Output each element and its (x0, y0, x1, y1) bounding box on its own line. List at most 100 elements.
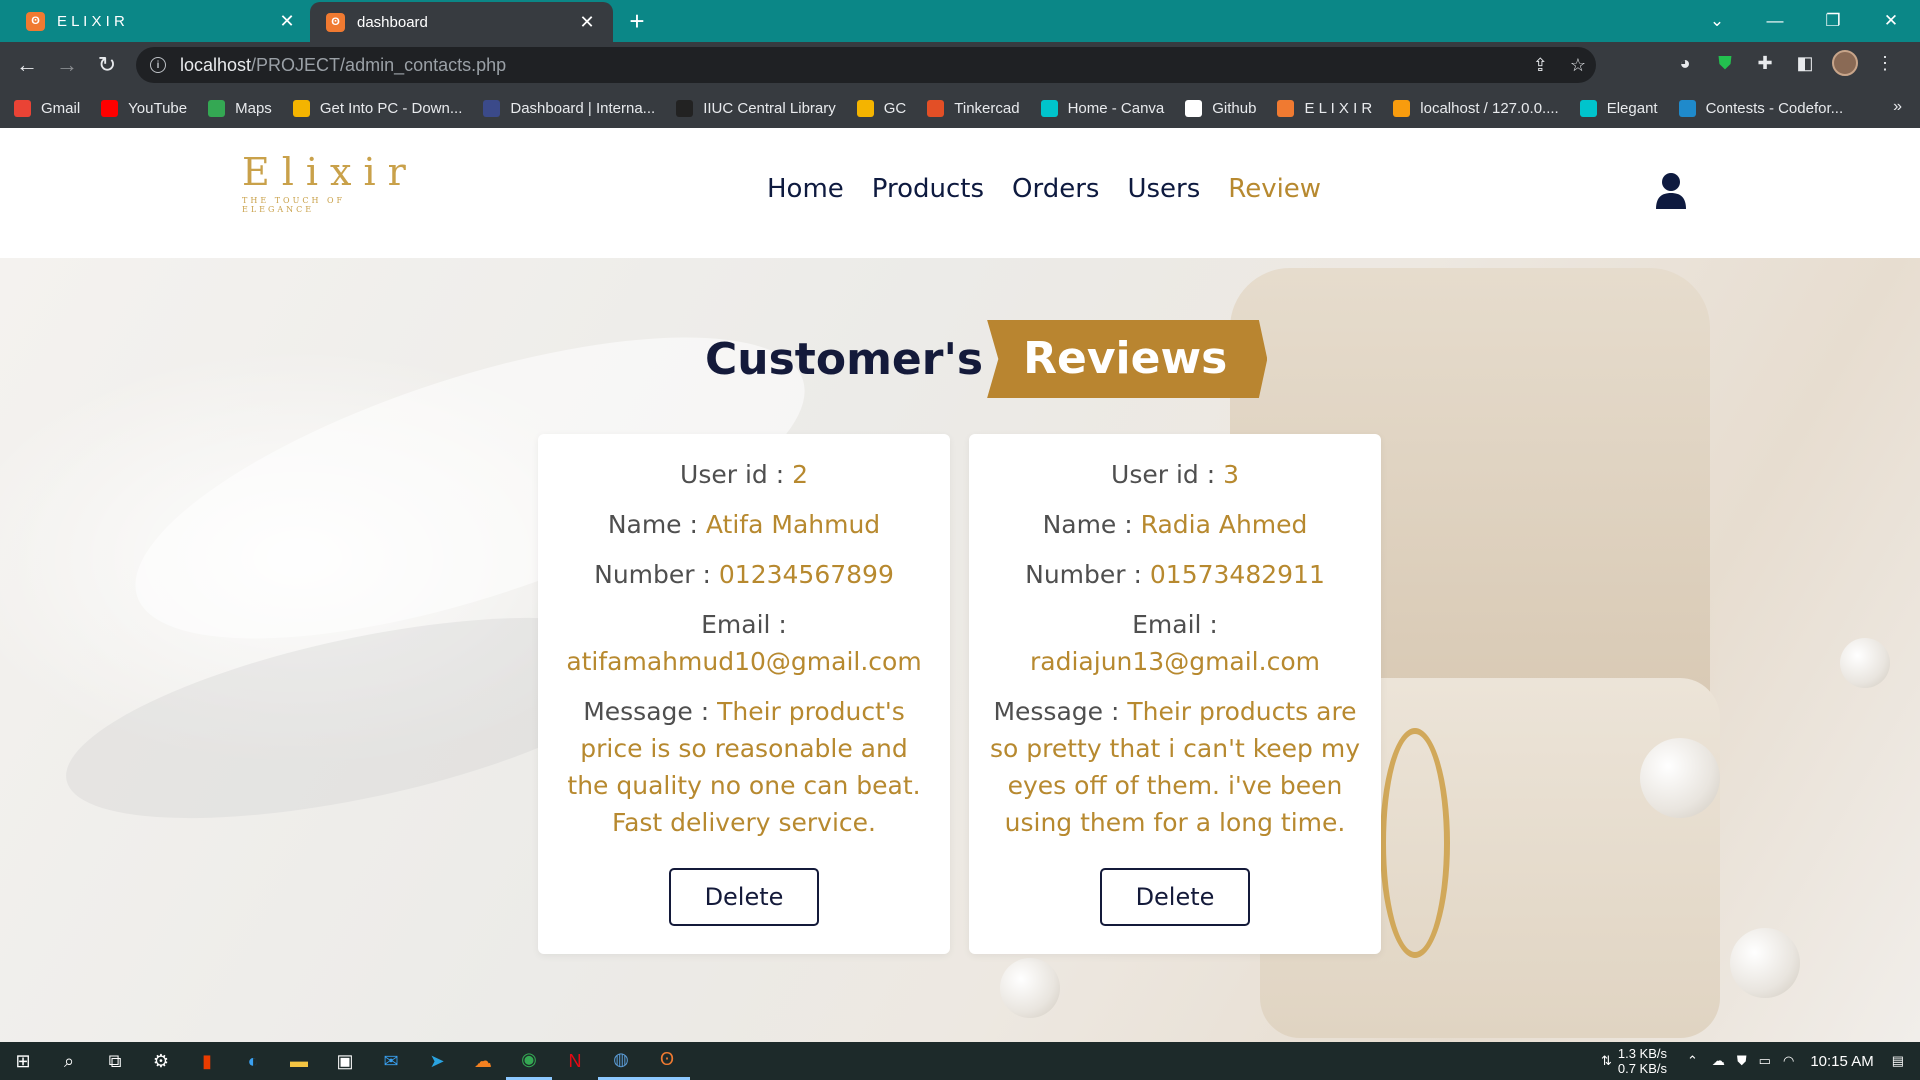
tab-dashboard[interactable]: ʘ dashboard ✕ (310, 2, 613, 42)
bookmark-label: IIUC Central Library (703, 99, 836, 117)
bookmark-star-icon[interactable]: ☆ (1570, 55, 1586, 76)
extension-icon[interactable]: ◕ (1672, 50, 1698, 76)
notifications-icon[interactable]: ▤ (1892, 1053, 1904, 1069)
review-card: User id : 3 Name : Radia Ahmed Number : … (969, 434, 1381, 954)
tinkercad-icon (927, 99, 945, 117)
message-row: Message : Their product's price is so re… (538, 693, 950, 841)
close-icon[interactable]: ✕ (577, 12, 597, 33)
user-id-row: User id : 3 (969, 456, 1381, 493)
background-pearl (1840, 638, 1890, 688)
bookmark-label: Get Into PC - Down... (319, 99, 463, 117)
delete-review-button[interactable]: Delete (1100, 868, 1250, 926)
url-bar[interactable]: i localhost/PROJECT/admin_contacts.php ⇪… (136, 47, 1596, 83)
page-viewport: Elixir THE TOUCH OF ELEGANCE Home Produc… (0, 128, 1920, 1042)
close-icon[interactable]: ✕ (277, 11, 297, 32)
puzzle-icon[interactable]: ✚ (1752, 50, 1778, 76)
windows-start-icon[interactable]: ⊞ (0, 1042, 46, 1080)
forward-icon[interactable]: → (52, 50, 82, 80)
back-icon[interactable]: ← (12, 50, 42, 80)
chrome-icon[interactable]: ◉ (506, 1042, 552, 1080)
bookmark-item[interactable]: GC (856, 99, 907, 117)
bookmark-item[interactable]: Elegant (1579, 99, 1658, 117)
store-icon[interactable]: ▣ (322, 1042, 368, 1080)
bookmark-label: GC (883, 99, 907, 117)
nav-orders[interactable]: Orders (1012, 174, 1099, 204)
title-part-customers: Customer's (705, 333, 984, 385)
clock[interactable]: 10:15 AM (1810, 1053, 1873, 1070)
bookmark-item[interactable]: Home - Canva (1040, 99, 1164, 117)
bookmark-item[interactable]: Dashboard | Interna... (483, 99, 655, 117)
name-row: Name : Atifa Mahmud (538, 506, 950, 543)
message-row: Message : Their products are so pretty t… (969, 693, 1381, 841)
gmail-icon (14, 99, 31, 117)
title-part-reviews: Reviews (987, 320, 1268, 398)
nav-review[interactable]: Review (1228, 174, 1321, 204)
menu-icon[interactable]: ⋮ (1872, 50, 1898, 76)
new-tab-button[interactable]: + (622, 6, 652, 36)
nav-users[interactable]: Users (1127, 174, 1200, 204)
tab-elixir[interactable]: ʘ E L I X I R ✕ (10, 0, 313, 42)
nav-products[interactable]: Products (872, 174, 984, 204)
telegram-icon[interactable]: ➤ (414, 1042, 460, 1080)
shield-icon[interactable]: ⛊ (1712, 50, 1738, 76)
search-icon[interactable]: ⌕ (46, 1042, 92, 1080)
bookmark-item[interactable]: IIUC Central Library (676, 99, 836, 117)
logo-tagline: THE TOUCH OF ELEGANCE (242, 196, 346, 214)
share-icon[interactable]: ⇪ (1533, 55, 1548, 76)
close-window-icon[interactable]: ✕ (1862, 0, 1920, 42)
tab-search-icon[interactable]: ⌄ (1688, 0, 1746, 42)
bookmarks-bar: Gmail YouTube Maps Get Into PC - Down... Das… (0, 88, 1920, 128)
network-speed: 1.3 KB/s 0.7 KB/s (1618, 1046, 1667, 1076)
edge-icon[interactable]: ◐ (230, 1042, 276, 1080)
task-view-icon[interactable]: ⧉ (92, 1042, 138, 1080)
site-info-icon[interactable]: i (150, 57, 166, 73)
codeforces-icon (1678, 99, 1696, 117)
extensions-area: ◕ ⛊ ✚ ◧ ⋮ (1672, 50, 1898, 76)
settings-gear-icon[interactable]: ⚙ (138, 1042, 184, 1080)
reload-icon[interactable]: ↻ (92, 50, 122, 80)
message-label: Message : (993, 697, 1128, 726)
bookmark-item[interactable]: Tinkercad (927, 99, 1020, 117)
background-pearl (1730, 928, 1800, 998)
xampp-icon (1277, 99, 1295, 117)
netflix-icon[interactable]: N (552, 1042, 598, 1080)
bookmark-item[interactable]: YouTube (101, 99, 187, 117)
bookmark-item[interactable]: Github (1185, 99, 1257, 117)
bookmark-item[interactable]: Contests - Codefor... (1678, 99, 1843, 117)
chevron-up-icon[interactable]: ⌃ (1687, 1053, 1698, 1069)
bookmark-label: Github (1212, 99, 1257, 117)
restore-icon[interactable]: ❐ (1804, 0, 1862, 42)
bookmark-item[interactable]: Maps (208, 99, 272, 117)
wifi-icon[interactable]: ◠ (1783, 1053, 1794, 1069)
name-row: Name : Radia Ahmed (969, 506, 1381, 543)
delete-review-button[interactable]: Delete (669, 868, 819, 926)
onedrive-icon[interactable]: ☁ (1712, 1053, 1725, 1069)
bookmark-item[interactable]: Gmail (14, 99, 81, 117)
university-icon (483, 99, 501, 117)
user-id-label: User id : (680, 460, 793, 489)
qbittorrent-icon[interactable]: ◍ (598, 1042, 644, 1080)
background-pearl (1640, 738, 1720, 818)
side-panel-icon[interactable]: ◧ (1792, 50, 1818, 76)
nav-home[interactable]: Home (767, 174, 844, 204)
email-row: Email : radiajun13@gmail.com (969, 606, 1381, 680)
xampp-icon[interactable]: ʘ (644, 1042, 690, 1080)
cloud-app-icon[interactable]: ☁ (460, 1042, 506, 1080)
bookmark-item[interactable]: Get Into PC - Down... (292, 99, 463, 117)
bookmark-label: Gmail (41, 99, 81, 117)
user-account-icon[interactable] (1654, 172, 1688, 210)
more-bookmarks-icon[interactable]: » (1893, 98, 1902, 116)
bookmark-item[interactable]: localhost / 127.0.0.... (1393, 99, 1559, 117)
download-speed: 1.3 KB/s (1617, 1046, 1667, 1061)
file-explorer-icon[interactable]: ▬ (276, 1042, 322, 1080)
security-icon[interactable]: ⛊ (1737, 1053, 1747, 1069)
mail-icon[interactable]: ✉ (368, 1042, 414, 1080)
minimize-icon[interactable]: — (1746, 0, 1804, 42)
bookmark-item[interactable]: E L I X I R (1277, 99, 1372, 117)
profile-avatar[interactable] (1832, 50, 1858, 76)
email-row: Email : atifamahmud10@gmail.com (538, 606, 950, 680)
battery-icon[interactable]: ▭ (1759, 1053, 1771, 1069)
site-logo[interactable]: Elixir THE TOUCH OF ELEGANCE (242, 150, 412, 220)
reviews-section: Customer's Reviews User id : 2 Name : At… (0, 258, 1920, 1042)
office-icon[interactable]: ▮ (184, 1042, 230, 1080)
